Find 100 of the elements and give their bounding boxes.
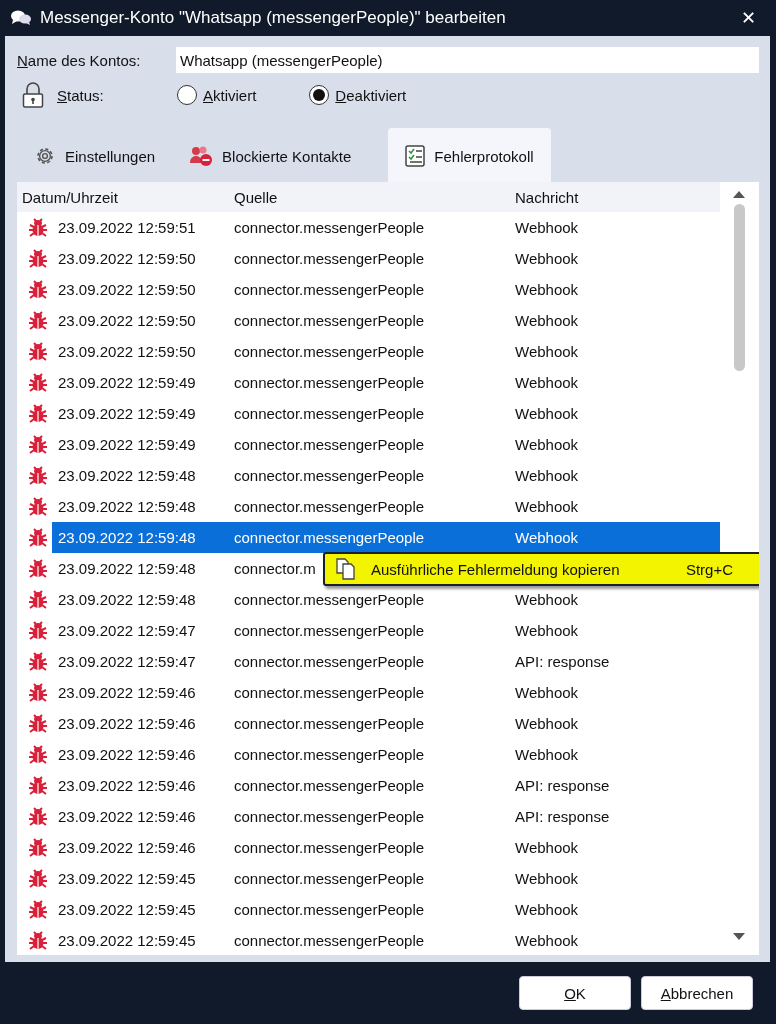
table-row[interactable]: 23.09.2022 12:59:47 connector.messengerPeople API: response — [52, 646, 720, 677]
table-cell: Webhook — [515, 870, 579, 887]
table-cell: Webhook — [515, 250, 579, 267]
table-cell: connector.messengerPeople — [234, 219, 425, 236]
bug-icon — [27, 682, 48, 703]
table-cell: 23.09.2022 12:59:46 — [58, 684, 196, 701]
table-row[interactable]: 23.09.2022 12:59:45 connector.messengerPeople Webhook — [52, 925, 720, 955]
table-cell: 23.09.2022 12:59:50 — [58, 343, 196, 360]
close-button[interactable]: ✕ — [737, 7, 760, 29]
tab[interactable]: Blockierte Kontakte — [172, 128, 369, 182]
bug-icon — [27, 279, 48, 300]
table-cell: connector.messengerPeople — [234, 343, 425, 360]
tab[interactable]: Einstellungen — [17, 128, 173, 182]
table-cell: Webhook — [515, 715, 579, 732]
table-cell: Webhook — [515, 498, 579, 515]
context-menu[interactable]: Ausführliche Fehlermeldung kopieren Strg+C — [323, 552, 759, 586]
table-row[interactable]: 23.09.2022 12:59:49 connector.messengerPeople Webhook — [52, 398, 720, 429]
table-row[interactable]: 23.09.2022 12:59:46 connector.messengerPeople Webhook — [52, 677, 720, 708]
bug-icon — [27, 806, 48, 827]
table-cell: 23.09.2022 12:59:50 — [58, 312, 196, 329]
table-row[interactable]: 23.09.2022 12:59:46 connector.messengerPeople API: response — [52, 801, 720, 832]
table-cell: connector.messengerPeople — [234, 839, 425, 856]
table-cell: API: response — [515, 777, 610, 794]
table-cell: Webhook — [515, 405, 579, 422]
table-cell: connector.messengerPeople — [234, 932, 425, 949]
bug-icon — [27, 217, 48, 238]
table-row[interactable]: 23.09.2022 12:59:46 connector.messengerPeople API: response — [52, 770, 720, 801]
bug-icon — [27, 341, 48, 362]
table-cell: 23.09.2022 12:59:45 — [58, 932, 196, 949]
scroll-down-icon[interactable] — [733, 933, 745, 941]
table-row[interactable]: 23.09.2022 12:59:46 connector.messengerPeople Webhook — [52, 832, 720, 863]
bug-icon — [27, 589, 48, 610]
table-row[interactable]: 23.09.2022 12:59:48 connector.messengerPeople Webhook — [52, 460, 720, 491]
bug-icon — [27, 899, 48, 920]
table-cell: connector.messengerPeople — [234, 436, 425, 453]
table-cell: Webhook — [515, 684, 579, 701]
table-cell: Webhook — [515, 343, 579, 360]
table-cell: connector.messengerPeople — [234, 870, 425, 887]
bug-icon — [27, 403, 48, 424]
table-cell: Webhook — [515, 932, 579, 949]
table-cell: 23.09.2022 12:59:45 — [58, 901, 196, 918]
status-label: Status: — [57, 86, 105, 104]
bug-icon — [27, 651, 48, 672]
dialog-button[interactable]: OK — [519, 976, 631, 1010]
menu-item-label: Ausführliche Fehlermeldung kopieren — [371, 560, 621, 578]
table-cell: Webhook — [515, 901, 579, 918]
tab[interactable]: Fehlerprotokoll — [388, 128, 551, 182]
bug-icon — [27, 434, 48, 455]
bug-icon — [27, 713, 48, 734]
checklist-icon — [405, 145, 426, 167]
table-cell: 23.09.2022 12:59:48 — [58, 529, 196, 546]
table-cell: 23.09.2022 12:59:46 — [58, 715, 196, 732]
table-cell: connector.messengerPeople — [234, 808, 425, 825]
scrollbar-thumb[interactable] — [733, 204, 745, 371]
table-cell: connector.messengerPeople — [234, 498, 425, 515]
table-cell: connector.messengerPeople — [234, 715, 425, 732]
table-cell: Webhook — [515, 622, 579, 639]
table-cell: connector.messengerPeople — [234, 622, 425, 639]
bug-icon — [27, 620, 48, 641]
table-row[interactable]: 23.09.2022 12:59:49 connector.messengerPeople Webhook — [52, 429, 720, 460]
column-header[interactable]: Nachricht — [509, 182, 720, 212]
table-cell: connector.messengerPeople — [234, 405, 425, 422]
table-row[interactable]: 23.09.2022 12:59:46 connector.messengerPeople Webhook — [52, 708, 720, 739]
radio-button[interactable]: Deaktiviert — [309, 85, 407, 105]
table-cell: 23.09.2022 12:59:49 — [58, 436, 196, 453]
table-row[interactable]: 23.09.2022 12:59:50 connector.messengerPeople Webhook — [52, 336, 720, 367]
table-cell: connector.messengerPeople — [234, 684, 425, 701]
radio-button[interactable]: Aktiviert — [177, 85, 257, 105]
bug-icon — [27, 868, 48, 889]
table-row[interactable]: 23.09.2022 12:59:51 connector.messengerPeople Webhook — [52, 212, 720, 243]
table-cell: 23.09.2022 12:59:51 — [58, 219, 196, 236]
chat-bubbles-icon — [10, 9, 32, 27]
table-cell: API: response — [515, 808, 610, 825]
table-cell: connector.messengerPeople — [234, 281, 425, 298]
bug-icon — [27, 775, 48, 796]
table-row[interactable]: 23.09.2022 12:59:48 connector.messengerPeople Webhook — [52, 522, 720, 553]
table-cell: 23.09.2022 12:59:48 — [58, 467, 196, 484]
table-cell: connector.messengerPeople — [234, 746, 425, 763]
table-row[interactable]: 23.09.2022 12:59:48 connector.messengerPeople Webhook — [52, 491, 720, 522]
table-row[interactable]: 23.09.2022 12:59:46 connector.messengerPeople Webhook — [52, 739, 720, 770]
table-row[interactable]: 23.09.2022 12:59:49 connector.messengerPeople Webhook — [52, 367, 720, 398]
dialog-button[interactable]: Abbrechen — [641, 976, 753, 1010]
table-row[interactable]: 23.09.2022 12:59:50 connector.messengerPeople Webhook — [52, 243, 720, 274]
table-row[interactable]: 23.09.2022 12:59:45 connector.messengerPeople Webhook — [52, 863, 720, 894]
table-cell: 23.09.2022 12:59:49 — [58, 374, 196, 391]
table-cell: 23.09.2022 12:59:46 — [58, 808, 196, 825]
table-row[interactable]: 23.09.2022 12:59:45 connector.messengerPeople Webhook — [52, 894, 720, 925]
table-row[interactable]: 23.09.2022 12:59:50 connector.messengerPeople Webhook — [52, 305, 720, 336]
table-row[interactable]: 23.09.2022 12:59:50 connector.messengerPeople Webhook — [52, 274, 720, 305]
blocked-contacts-icon — [189, 145, 214, 167]
table-row[interactable]: 23.09.2022 12:59:47 connector.messengerPeople Webhook — [52, 615, 720, 646]
table-cell: 23.09.2022 12:59:48 — [58, 498, 196, 515]
table-cell: connector.messengerPeople — [234, 653, 425, 670]
scroll-up-icon[interactable] — [733, 190, 745, 198]
column-header[interactable]: Quelle — [228, 182, 509, 212]
table-row[interactable]: 23.09.2022 12:59:48 connector.messengerPeople Webhook — [52, 584, 720, 615]
table-cell: 23.09.2022 12:59:46 — [58, 746, 196, 763]
account-name-field[interactable]: Whatsapp (messengerPeople) — [176, 47, 759, 73]
column-header[interactable]: Datum/Uhrzeit — [17, 182, 228, 212]
table-cell: Webhook — [515, 746, 579, 763]
